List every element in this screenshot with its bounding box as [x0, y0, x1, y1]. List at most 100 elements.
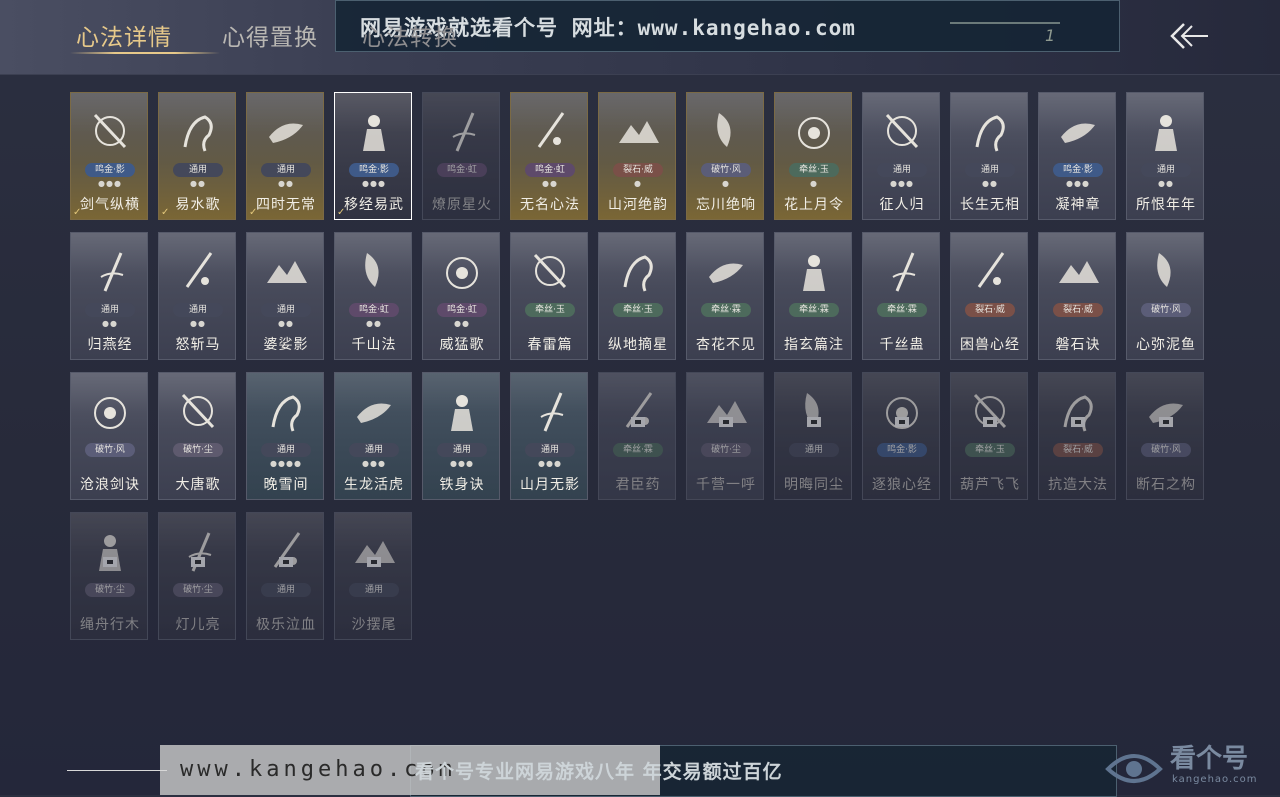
xinfa-card[interactable]: 通用 ●●● 生龙活虎: [334, 372, 412, 500]
xinfa-card[interactable]: 破竹·尘 大唐歌: [158, 372, 236, 500]
xinfa-card[interactable]: 破竹·风 心弥泥鱼: [1126, 232, 1204, 360]
xinfa-name: 生龙活虎: [344, 477, 404, 493]
rank-dots: ●: [722, 179, 730, 188]
xinfa-card[interactable]: 牵丝·霖 指玄篇注: [774, 232, 852, 360]
xinfa-emblem-icon: [446, 257, 478, 289]
lock-icon: [367, 557, 381, 567]
xinfa-card[interactable]: 鸣金·虹 ●● 千山法: [334, 232, 412, 360]
xinfa-card[interactable]: 破竹·尘 千营一呼: [686, 372, 764, 500]
school-badge: 裂石·威: [613, 163, 663, 177]
xinfa-name: 长生无相: [960, 197, 1020, 213]
lock-icon: [895, 417, 909, 427]
rank-dots: ●●●: [890, 179, 914, 188]
tab-xinde-exchange[interactable]: 心得置换: [222, 18, 318, 52]
school-badge: 通用: [1141, 163, 1191, 177]
xinfa-emblem-icon: [185, 252, 213, 288]
xinfa-emblem-icon: [533, 253, 567, 289]
xinfa-card[interactable]: 破竹·风 断石之构: [1126, 372, 1204, 500]
xinfa-card[interactable]: 鸣金·虹 ●● 无名心法: [510, 92, 588, 220]
xinfa-emblem-icon: [537, 112, 565, 148]
xinfa-name: 千营一呼: [696, 477, 756, 493]
xinfa-name: 凝神章: [1055, 197, 1101, 213]
xinfa-name: 沙摆尾: [351, 617, 397, 633]
xinfa-emblem-icon: [357, 403, 391, 423]
tab-xinfa-convert[interactable]: 心法转换: [362, 18, 458, 52]
xinfa-card[interactable]: 裂石·威 ● 山河绝韵: [598, 92, 676, 220]
lock-icon: [191, 557, 205, 567]
xinfa-name: 燎原星火: [432, 197, 492, 213]
xinfa-card[interactable]: 通用 明晦同尘: [774, 372, 852, 500]
xinfa-card[interactable]: 通用 ●● 婆娑影: [246, 232, 324, 360]
xinfa-card[interactable]: 通用 沙摆尾: [334, 512, 412, 640]
school-badge: 牵丝·玉: [965, 443, 1015, 457]
xinfa-card[interactable]: 通用 ●● 所恨年年: [1126, 92, 1204, 220]
xinfa-emblem-icon: [181, 393, 215, 429]
rank-dots: ●●●: [362, 459, 386, 468]
xinfa-card[interactable]: 牵丝·玉 ● 花上月令: [774, 92, 852, 220]
rank-dots: ●●●: [450, 459, 474, 468]
xinfa-card[interactable]: 牵丝·霖 千丝蛊: [862, 232, 940, 360]
xinfa-name: 杏花不见: [696, 337, 756, 353]
xinfa-card[interactable]: 鸣金·影 逐狼心经: [862, 372, 940, 500]
xinfa-emblem-icon: [798, 117, 830, 149]
back-arrow-icon[interactable]: [1168, 20, 1210, 52]
lock-icon: [631, 417, 645, 427]
xinfa-card[interactable]: 通用 ●● 怒斩马: [158, 232, 236, 360]
xinfa-card[interactable]: 破竹·尘 灯儿亮: [158, 512, 236, 640]
xinfa-card[interactable]: 破竹·风 沧浪剑诀: [70, 372, 148, 500]
rank-dots: ●●●●: [270, 459, 302, 468]
xinfa-card[interactable]: 通用 ●●● 山月无影: [510, 372, 588, 500]
xinfa-card[interactable]: 牵丝·玉 纵地摘星: [598, 232, 676, 360]
xinfa-card[interactable]: 牵丝·霖杏花不见: [686, 232, 764, 360]
xinfa-card[interactable]: 通用 极乐泣血: [246, 512, 324, 640]
xinfa-emblem-icon: [623, 255, 653, 292]
xinfa-name: 纵地摘星: [608, 337, 668, 353]
xinfa-card[interactable]: 裂石·威 抗造大法: [1038, 372, 1116, 500]
xinfa-card[interactable]: 牵丝·霖 君臣药: [598, 372, 676, 500]
xinfa-card[interactable]: 鸣金·虹 ●● 威猛歌: [422, 232, 500, 360]
school-badge: 通用: [261, 583, 311, 597]
rank-dots: ●●: [278, 179, 294, 188]
xinfa-card[interactable]: 通用 ●●●● 晚雪间: [246, 372, 324, 500]
bottom-divider: [67, 770, 167, 771]
xinfa-card[interactable]: 裂石·威 磐石诀: [1038, 232, 1116, 360]
xinfa-card[interactable]: 通用 ●●● 征人归: [862, 92, 940, 220]
school-badge: 鸣金·虹: [437, 303, 487, 317]
school-badge: 破竹·尘: [85, 583, 135, 597]
xinfa-card[interactable]: 鸣金·影 ●●● 剑气纵横 ✓: [70, 92, 148, 220]
xinfa-card[interactable]: 牵丝·玉 春雷篇: [510, 232, 588, 360]
xinfa-card[interactable]: 破竹·风 ● 忘川绝响: [686, 92, 764, 220]
xinfa-emblem-icon: [1059, 261, 1099, 283]
xinfa-card[interactable]: 鸣金·影 ●●● 移经易武 ✓: [334, 92, 412, 220]
school-badge: 牵丝·玉: [525, 303, 575, 317]
lock-icon: [279, 557, 293, 567]
xinfa-name: 所恨年年: [1136, 197, 1196, 213]
school-badge: 裂石·威: [965, 303, 1015, 317]
rank-dots: ●●: [454, 319, 470, 328]
school-badge: 牵丝·霖: [789, 303, 839, 317]
tab-xinfa-details[interactable]: 心法详情: [76, 18, 172, 52]
school-badge: 通用: [261, 443, 311, 457]
xinfa-card[interactable]: 牵丝·玉 葫芦飞飞: [950, 372, 1028, 500]
xinfa-card[interactable]: 通用 ●● 四时无常 ✓: [246, 92, 324, 220]
school-badge: 牵丝·霖: [701, 303, 751, 317]
rank-dots: ●: [634, 179, 642, 188]
lock-icon: [1159, 417, 1173, 427]
xinfa-card[interactable]: 通用 ●● 归燕经: [70, 232, 148, 360]
banner-decoration-line: [950, 22, 1060, 24]
xinfa-card[interactable]: 通用 ●●● 铁身诀: [422, 372, 500, 500]
rank-dots: ●●: [982, 179, 998, 188]
xinfa-card[interactable]: 鸣金·虹 燎原星火: [422, 92, 500, 220]
school-badge: 通用: [525, 443, 575, 457]
school-badge: 牵丝·玉: [789, 163, 839, 177]
school-badge: 通用: [877, 163, 927, 177]
xinfa-card[interactable]: 破竹·尘绳舟行木: [70, 512, 148, 640]
xinfa-card[interactable]: 裂石·威 困兽心经: [950, 232, 1028, 360]
xinfa-card[interactable]: 通用 ●● 易水歌 ✓: [158, 92, 236, 220]
xinfa-name: 绳舟行木: [80, 617, 140, 633]
xinfa-card[interactable]: 通用 ●● 长生无相: [950, 92, 1028, 220]
xinfa-card[interactable]: 鸣金·影 ●●● 凝神章: [1038, 92, 1116, 220]
school-badge: 鸣金·影: [85, 163, 135, 177]
equipped-check-icon: ✓: [337, 207, 346, 218]
school-badge: 通用: [261, 163, 311, 177]
